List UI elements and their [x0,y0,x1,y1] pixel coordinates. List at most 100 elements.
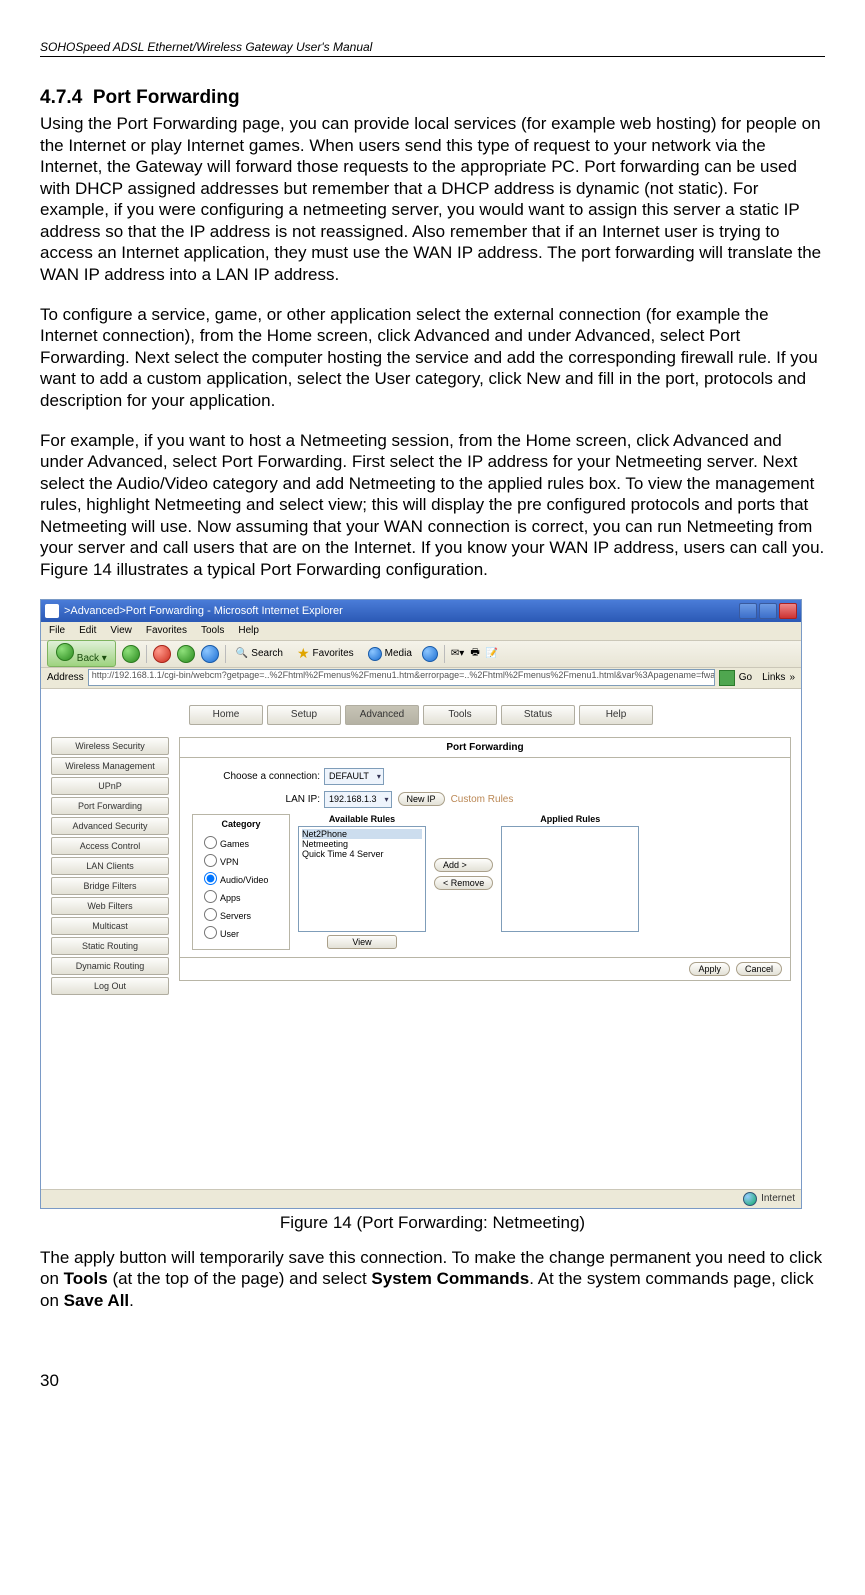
menu-tools[interactable]: Tools [201,625,224,636]
custom-rules-link[interactable]: Custom Rules [451,794,514,805]
section-number: 4.7.4 [40,87,82,108]
top-nav: Home Setup Advanced Tools Status Help [41,705,801,725]
category-column: Category Games VPN Audio/Video Apps Serv… [192,814,290,950]
nav-tools[interactable]: Tools [423,705,497,725]
move-buttons: Add > < Remove [434,858,493,890]
cat-av-label: Audio/Video [220,875,268,885]
cat-servers-label: Servers [220,911,251,921]
toolbar-separator [146,645,147,663]
doc-header: SOHOSpeed ADSL Ethernet/Wireless Gateway… [40,40,825,57]
toolbar-separator [225,645,226,663]
address-input[interactable]: http://192.168.1.1/cgi-bin/webcm?getpage… [88,669,715,686]
nav-setup[interactable]: Setup [267,705,341,725]
browser-toolbar: Back ▾ 🔍 Search ★Favorites Media ✉▾ 🖶 📝 [41,641,801,668]
cat-games-radio[interactable] [204,836,217,849]
sidebar-wireless-security[interactable]: Wireless Security [51,737,169,755]
nav-help[interactable]: Help [579,705,653,725]
add-button[interactable]: Add > [434,858,493,872]
print-button[interactable]: 🖶 [470,645,479,662]
edit-button[interactable]: 📝 [486,648,498,659]
close-button[interactable] [779,603,797,619]
sidebar-log-out[interactable]: Log Out [51,977,169,995]
cancel-button[interactable]: Cancel [736,962,782,976]
media-button[interactable]: Media [364,646,416,662]
sidebar-advanced-security[interactable]: Advanced Security [51,817,169,835]
minimize-button[interactable] [739,603,757,619]
lan-ip-label: LAN IP: [192,794,324,805]
sidebar-upnp[interactable]: UPnP [51,777,169,795]
home-button[interactable] [201,645,219,663]
stop-button[interactable] [153,645,171,663]
cat-audio-video[interactable]: Audio/Video [199,869,283,885]
sidebar-multicast[interactable]: Multicast [51,917,169,935]
cat-apps[interactable]: Apps [199,887,283,903]
sidebar-web-filters[interactable]: Web Filters [51,897,169,915]
nav-home[interactable]: Home [189,705,263,725]
status-bar: Internet [41,1189,801,1208]
cat-vpn-label: VPN [220,857,239,867]
forward-button[interactable] [122,645,140,663]
cat-vpn-radio[interactable] [204,854,217,867]
p4-mid1: (at the top of the page) and select [108,1269,372,1288]
ie-logo-icon [45,604,59,618]
connection-select[interactable]: DEFAULT [324,768,384,785]
new-ip-button[interactable]: New IP [398,792,445,806]
sidebar-dynamic-routing[interactable]: Dynamic Routing [51,957,169,975]
menu-edit[interactable]: Edit [79,625,96,636]
menu-file[interactable]: File [49,625,65,636]
maximize-button[interactable] [759,603,777,619]
cat-av-radio[interactable] [204,872,217,885]
cat-user-label: User [220,929,239,939]
links-chevron-icon: » [789,672,795,683]
cat-servers-radio[interactable] [204,908,217,921]
cat-servers[interactable]: Servers [199,905,283,921]
menu-view[interactable]: View [110,625,132,636]
history-button[interactable] [422,646,438,662]
window-title: >Advanced>Port Forwarding - Microsoft In… [64,605,343,617]
internet-zone-label: Internet [761,1193,795,1204]
cat-games-label: Games [220,839,249,849]
menu-favorites[interactable]: Favorites [146,625,187,636]
view-button[interactable]: View [327,935,396,949]
nav-status[interactable]: Status [501,705,575,725]
available-rules-list[interactable]: Net2Phone Netmeeting Quick Time 4 Server [298,826,426,932]
paragraph-4: The apply button will temporarily save t… [40,1247,825,1312]
available-header: Available Rules [329,814,395,824]
search-button[interactable]: 🔍 Search [232,647,287,660]
apply-button[interactable]: Apply [689,962,730,976]
sidebar-port-forwarding[interactable]: Port Forwarding [51,797,169,815]
applied-rules-list[interactable] [501,826,639,932]
cat-vpn[interactable]: VPN [199,851,283,867]
menu-bar: File Edit View Favorites Tools Help [41,622,801,641]
sidebar-bridge-filters[interactable]: Bridge Filters [51,877,169,895]
nav-advanced[interactable]: Advanced [345,705,419,725]
favorites-button[interactable]: ★Favorites [293,644,358,663]
rule-quicktime[interactable]: Quick Time 4 Server [302,849,422,859]
page-number: 30 [40,1371,825,1391]
cat-user-radio[interactable] [204,926,217,939]
media-icon [368,647,382,661]
links-label[interactable]: Links [762,672,785,683]
menu-help[interactable]: Help [238,625,259,636]
rule-net2phone[interactable]: Net2Phone [302,829,422,839]
sidebar-access-control[interactable]: Access Control [51,837,169,855]
sidebar-lan-clients[interactable]: LAN Clients [51,857,169,875]
applied-column: Applied Rules [501,814,639,932]
cat-user[interactable]: User [199,923,283,939]
cat-apps-radio[interactable] [204,890,217,903]
screenshot-window: >Advanced>Port Forwarding - Microsoft In… [40,599,802,1209]
remove-button[interactable]: < Remove [434,876,493,890]
rule-netmeeting[interactable]: Netmeeting [302,839,422,849]
search-label: Search [251,648,283,659]
lan-ip-select[interactable]: 192.168.1.3 [324,791,392,808]
go-button[interactable] [719,670,735,686]
paragraph-3: For example, if you want to host a Netme… [40,430,825,581]
mail-button[interactable]: ✉▾ [451,648,464,659]
sidebar-wireless-management[interactable]: Wireless Management [51,757,169,775]
refresh-button[interactable] [177,645,195,663]
cat-games[interactable]: Games [199,833,283,849]
back-button[interactable]: Back ▾ [47,640,116,667]
address-bar: Address http://192.168.1.1/cgi-bin/webcm… [41,668,801,689]
sidebar-static-routing[interactable]: Static Routing [51,937,169,955]
panel-footer: Apply Cancel [180,957,790,980]
